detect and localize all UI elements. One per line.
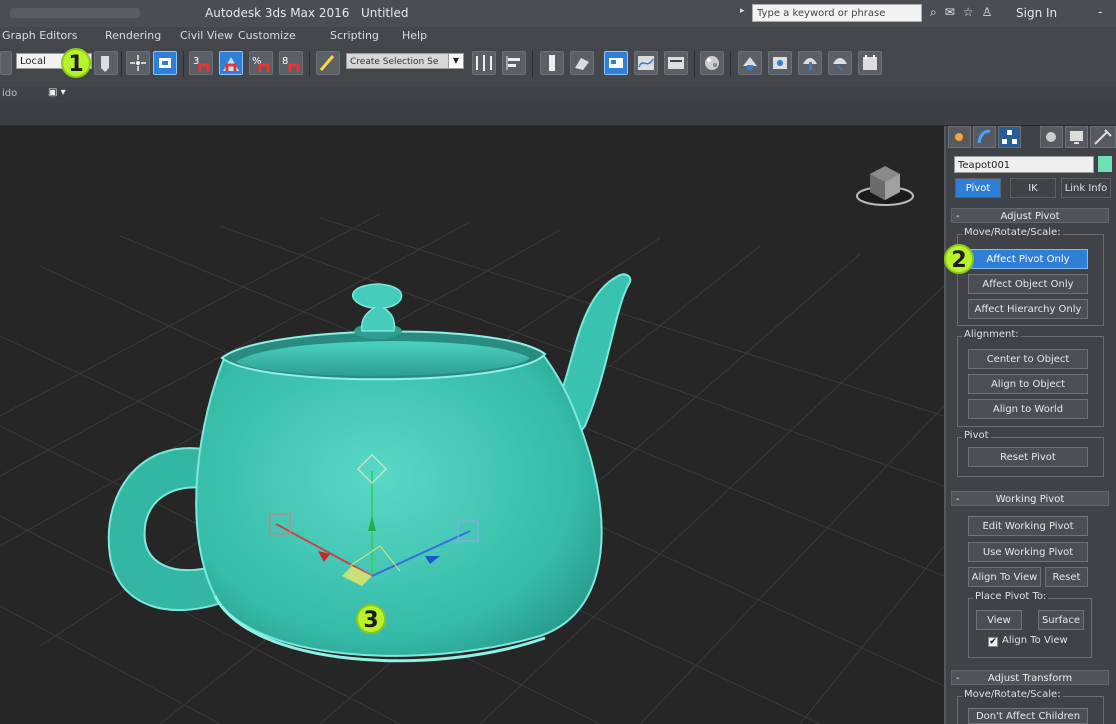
rendered-frame-icon[interactable] bbox=[768, 51, 792, 75]
layer-manager-icon[interactable] bbox=[540, 51, 564, 75]
menu-scripting[interactable]: Scripting bbox=[330, 29, 379, 42]
viewcube-icon[interactable] bbox=[856, 166, 914, 206]
viewport-layout-icon[interactable]: ▣ ▾ bbox=[48, 87, 66, 98]
view-button[interactable]: View bbox=[976, 610, 1022, 630]
adjust-transform-rollout[interactable]: - Adjust Transform bbox=[951, 670, 1109, 685]
align-icon[interactable] bbox=[502, 51, 526, 75]
align-to-world-button[interactable]: Align to World bbox=[968, 399, 1088, 419]
center-to-object-button[interactable]: Center to Object bbox=[968, 349, 1088, 369]
group-label: Alignment: bbox=[962, 329, 1021, 340]
menu-civil-view[interactable]: Civil View bbox=[180, 29, 233, 42]
affect-object-only-button[interactable]: Affect Object Only bbox=[968, 274, 1088, 294]
reset-pivot-button[interactable]: Reset Pivot bbox=[968, 447, 1088, 467]
snap-8-label: 8 bbox=[282, 56, 288, 67]
schematic-view-icon[interactable] bbox=[664, 51, 688, 75]
binoculars-icon[interactable]: ⌕ bbox=[930, 5, 937, 20]
snap-3-label: 3 bbox=[193, 56, 199, 67]
callout-1: 1 bbox=[61, 48, 91, 78]
material-editor-icon[interactable] bbox=[700, 51, 724, 75]
snaps-toggle-icon[interactable]: 3 bbox=[189, 51, 213, 75]
tab-link-info[interactable]: Link Info bbox=[1061, 178, 1111, 198]
title-bar: Autodesk 3ds Max 2016 Untitled ▸ Type a … bbox=[0, 0, 1116, 27]
working-pivot-rollout[interactable]: - Working Pivot bbox=[951, 491, 1109, 506]
mirror-icon[interactable] bbox=[472, 51, 496, 75]
search-input[interactable]: Type a keyword or phrase bbox=[752, 4, 922, 22]
use-pivot-icon[interactable] bbox=[94, 51, 118, 75]
named-selection-text: Create Selection Se bbox=[350, 57, 439, 67]
surface-button[interactable]: Surface bbox=[1038, 610, 1084, 630]
menu-help[interactable]: Help bbox=[402, 29, 427, 42]
viewport-scene bbox=[0, 166, 944, 724]
affect-hierarchy-only-button[interactable]: Affect Hierarchy Only bbox=[968, 299, 1088, 319]
group-label: Place Pivot To: bbox=[973, 591, 1049, 602]
affect-pivot-only-button[interactable]: Affect Pivot Only bbox=[968, 249, 1088, 269]
teapot[interactable] bbox=[107, 273, 632, 663]
title-icons: ⌕ ✉ ☆ ♙ bbox=[930, 5, 992, 20]
render-cloud-icon[interactable] bbox=[858, 51, 882, 75]
percent-snap-icon[interactable]: % bbox=[249, 51, 273, 75]
modify-tab-icon[interactable] bbox=[973, 126, 996, 148]
spinner-snap-icon[interactable]: 8 bbox=[279, 51, 303, 75]
sign-in-link[interactable]: Sign In bbox=[1016, 6, 1057, 20]
perspective-viewport[interactable]: 3 bbox=[0, 126, 944, 724]
menu-bar: Graph Editors Rendering Civil View Custo… bbox=[0, 27, 1116, 45]
callout-3: 3 bbox=[356, 604, 386, 634]
select-icon[interactable] bbox=[0, 51, 12, 75]
secondary-toolbar: ido ▣ ▾ bbox=[0, 87, 1116, 103]
hierarchy-tab-icon[interactable] bbox=[998, 126, 1021, 148]
rollout-title: Working Pivot bbox=[995, 494, 1065, 505]
curve-editor-icon[interactable] bbox=[634, 51, 658, 75]
ribbon-toggle-icon[interactable] bbox=[604, 51, 628, 75]
keyboard-shortcut-override-icon[interactable] bbox=[153, 51, 177, 75]
align-to-view-button[interactable]: Align To View bbox=[968, 567, 1041, 587]
scene-explorer-icon[interactable] bbox=[570, 51, 594, 75]
group-label: Pivot bbox=[962, 430, 991, 441]
reset-working-pivot-button[interactable]: Reset bbox=[1045, 567, 1088, 587]
display-tab-icon[interactable] bbox=[1065, 126, 1088, 148]
edit-named-selection-icon[interactable] bbox=[316, 51, 340, 75]
use-working-pivot-button[interactable]: Use Working Pivot bbox=[968, 542, 1088, 562]
edit-working-pivot-button[interactable]: Edit Working Pivot bbox=[968, 516, 1088, 536]
motion-tab-icon[interactable] bbox=[1040, 126, 1063, 148]
render-iterative-icon[interactable] bbox=[828, 51, 852, 75]
align-to-view-label: Align To View bbox=[1002, 635, 1068, 646]
search-dropdown-icon[interactable]: ▸ bbox=[740, 6, 748, 20]
main-toolbar: Local 3 % 8 Create Selection Se ▼ bbox=[0, 45, 1116, 88]
object-color-swatch[interactable] bbox=[1098, 156, 1112, 172]
object-name-field[interactable]: Teapot001 bbox=[954, 156, 1094, 173]
minimize-button[interactable]: - bbox=[1098, 5, 1102, 19]
user-icon[interactable]: ♙ bbox=[982, 5, 993, 20]
document-title: Untitled bbox=[361, 6, 409, 20]
communication-icon[interactable]: ✉ bbox=[945, 5, 955, 20]
callout-2: 2 bbox=[944, 244, 974, 274]
create-tab-icon[interactable] bbox=[948, 126, 971, 148]
menu-rendering[interactable]: Rendering bbox=[105, 29, 161, 42]
adjust-pivot-rollout[interactable]: - Adjust Pivot bbox=[951, 208, 1109, 223]
favorites-icon[interactable]: ☆ bbox=[963, 5, 974, 20]
group-label: Move/Rotate/Scale: bbox=[962, 689, 1063, 700]
secondary-toolbar-text: ido bbox=[2, 88, 18, 99]
dont-affect-children-button[interactable]: Don't Affect Children bbox=[968, 708, 1088, 724]
rollout-title: Adjust Transform bbox=[987, 673, 1073, 684]
tab-ik[interactable]: IK bbox=[1010, 178, 1056, 198]
select-manipulate-icon[interactable] bbox=[126, 51, 150, 75]
menu-graph-editors[interactable]: Graph Editors bbox=[2, 29, 78, 42]
ribbon-strip bbox=[0, 103, 1116, 126]
render-setup-icon[interactable] bbox=[738, 51, 762, 75]
angle-snap-icon[interactable] bbox=[219, 51, 243, 75]
quick-access-toolbar[interactable] bbox=[10, 8, 140, 18]
app-title: Autodesk 3ds Max 2016 bbox=[205, 6, 350, 20]
named-selection-dropdown[interactable]: Create Selection Se ▼ bbox=[346, 53, 464, 69]
align-to-view-checkbox[interactable]: ✔ bbox=[988, 637, 998, 647]
menu-customize[interactable]: Customize bbox=[238, 29, 296, 42]
tab-pivot[interactable]: Pivot bbox=[955, 178, 1001, 198]
chevron-down-icon[interactable]: ▼ bbox=[448, 54, 463, 68]
rollout-title: Adjust Pivot bbox=[1000, 211, 1060, 222]
align-to-object-button[interactable]: Align to Object bbox=[968, 374, 1088, 394]
group-label: Move/Rotate/Scale: bbox=[962, 227, 1063, 238]
render-production-icon[interactable] bbox=[798, 51, 822, 75]
utilities-tab-icon[interactable] bbox=[1090, 126, 1116, 148]
